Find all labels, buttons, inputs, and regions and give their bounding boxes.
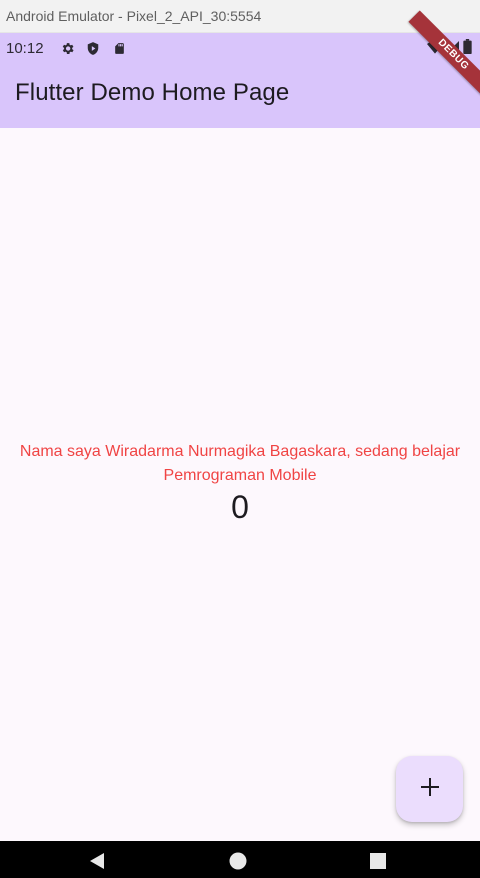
window-title: Android Emulator - Pixel_2_API_30:5554: [6, 8, 262, 24]
increment-fab[interactable]: [396, 756, 463, 822]
status-time: 10:12: [6, 39, 44, 57]
counter-value: 0: [231, 489, 249, 525]
system-nav-bar: [0, 841, 480, 878]
emulator-window: Android Emulator - Pixel_2_API_30:5554 1…: [0, 0, 480, 878]
intro-message: Nama saya Wiradarma Nurmagika Bagaskara,…: [19, 443, 461, 484]
app-bar-title: Flutter Demo Home Page: [15, 79, 290, 106]
shield-icon: [84, 39, 102, 57]
page-body: Nama saya Wiradarma Nurmagika Bagaskara,…: [0, 128, 480, 841]
window-title-bar: Android Emulator - Pixel_2_API_30:5554: [0, 0, 480, 33]
sd-card-icon: [110, 39, 128, 57]
recents-icon[interactable]: [368, 851, 388, 871]
status-bar: 10:12: [0, 33, 480, 63]
plus-icon: [420, 777, 439, 801]
gear-icon: [58, 39, 76, 57]
app-bar: 10:12 Flutter Demo Home Page DEBUG: [0, 10, 480, 128]
home-icon[interactable]: [228, 851, 248, 871]
back-icon[interactable]: [87, 851, 107, 871]
